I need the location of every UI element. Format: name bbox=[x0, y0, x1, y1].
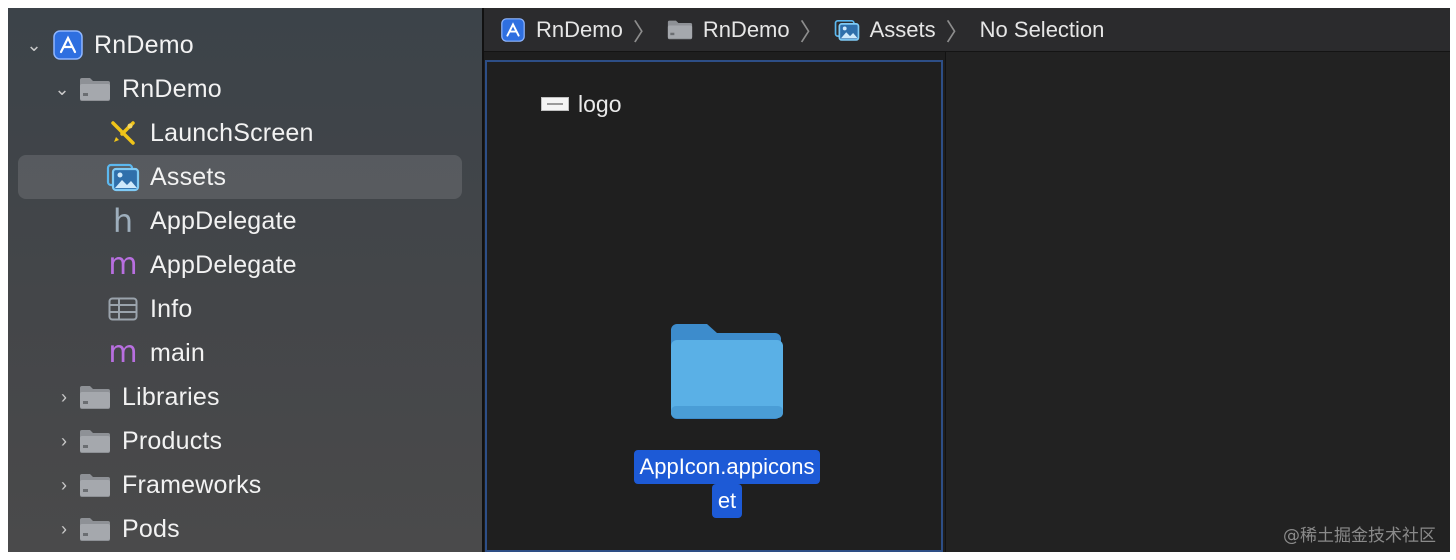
nav-item-rndemo-folder[interactable]: ⌄ RnDemo bbox=[8, 67, 482, 111]
folder-icon[interactable] bbox=[667, 320, 787, 424]
nav-item-main[interactable]: m main bbox=[8, 331, 482, 375]
asset-item-label: logo bbox=[578, 90, 622, 117]
nav-item-assets[interactable]: Assets bbox=[8, 155, 482, 199]
watermark-text: @稀土掘金技术社区 bbox=[1283, 526, 1436, 546]
chevron-down-icon[interactable]: ⌄ bbox=[24, 35, 44, 55]
plist-table-icon bbox=[106, 292, 140, 326]
chevron-right-icon[interactable]: › bbox=[54, 431, 74, 451]
breadcrumb-label: Assets bbox=[869, 16, 936, 42]
breadcrumb-item-selection[interactable]: No Selection bbox=[980, 8, 1105, 52]
nav-item-label: AppDelegate bbox=[150, 206, 297, 235]
breadcrumb-separator-icon: 〉 bbox=[632, 19, 657, 46]
nav-item-libraries[interactable]: › Libraries bbox=[8, 375, 482, 419]
nav-item-pods[interactable]: › Pods bbox=[8, 507, 482, 551]
folder-icon bbox=[78, 380, 112, 414]
nav-item-frameworks[interactable]: › Frameworks bbox=[8, 463, 482, 507]
project-navigator: ⌄ RnDemo ⌄ RnDemo LaunchScreen Assets h … bbox=[8, 8, 482, 552]
breadcrumb-item-assets[interactable]: Assets bbox=[834, 8, 936, 52]
breadcrumb-label: RnDemo bbox=[536, 16, 623, 42]
nav-item-info[interactable]: Info bbox=[8, 287, 482, 331]
folder-icon bbox=[78, 72, 112, 106]
nav-item-rndemo-project[interactable]: ⌄ RnDemo bbox=[8, 23, 482, 67]
asset-detail-area bbox=[945, 52, 1450, 552]
nav-item-label: LaunchScreen bbox=[150, 118, 314, 147]
nav-item-label: main bbox=[150, 338, 205, 367]
header-h-icon: h bbox=[112, 202, 134, 240]
asset-catalog-list[interactable]: logo AppIcon.appicons et bbox=[485, 60, 943, 552]
breadcrumb-item-project[interactable]: RnDemo bbox=[500, 8, 623, 52]
image-set-icon bbox=[541, 97, 569, 111]
nav-item-launchscreen[interactable]: LaunchScreen bbox=[8, 111, 482, 155]
chevron-down-icon[interactable]: ⌄ bbox=[52, 79, 72, 99]
chevron-right-icon[interactable]: › bbox=[54, 519, 74, 539]
nav-item-products[interactable]: › Products bbox=[8, 419, 482, 463]
breadcrumb: RnDemo 〉 RnDemo 〉 Assets 〉 No Selection bbox=[484, 8, 1450, 52]
asset-item-logo[interactable]: logo bbox=[541, 88, 621, 120]
breadcrumb-separator-icon: 〉 bbox=[799, 19, 824, 46]
nav-item-label: Frameworks bbox=[122, 470, 262, 499]
xcode-window: ⌄ RnDemo ⌄ RnDemo LaunchScreen Assets h … bbox=[8, 8, 1450, 552]
nav-item-appdelegate-h[interactable]: h AppDelegate bbox=[8, 199, 482, 243]
breadcrumb-item-folder[interactable]: RnDemo bbox=[667, 8, 790, 52]
nav-item-label: RnDemo bbox=[122, 74, 222, 103]
nav-item-label: Pods bbox=[122, 514, 180, 543]
breadcrumb-label: RnDemo bbox=[702, 16, 790, 42]
nav-item-label: Libraries bbox=[122, 382, 220, 411]
nav-item-label: Products bbox=[122, 426, 223, 455]
source-m-icon: m bbox=[108, 247, 138, 282]
nav-item-label: AppDelegate bbox=[150, 250, 297, 279]
chevron-right-icon[interactable]: › bbox=[54, 475, 74, 495]
sidebar-divider[interactable] bbox=[482, 8, 484, 552]
folder-icon bbox=[667, 17, 693, 43]
breadcrumb-label: No Selection bbox=[979, 16, 1105, 42]
folder-icon bbox=[78, 512, 112, 546]
nav-item-appdelegate-m[interactable]: m AppDelegate bbox=[8, 243, 482, 287]
folder-icon bbox=[78, 424, 112, 458]
nav-item-label: Info bbox=[150, 294, 193, 323]
source-m-icon: m bbox=[108, 335, 138, 370]
selected-asset-name[interactable]: AppIcon.appicons et bbox=[617, 450, 837, 518]
xcode-project-icon bbox=[500, 17, 526, 43]
asset-catalog-icon bbox=[834, 17, 860, 43]
nav-item-label: Assets bbox=[150, 162, 227, 191]
chevron-right-icon[interactable]: › bbox=[54, 387, 74, 407]
nav-item-label: RnDemo bbox=[94, 30, 194, 59]
folder-icon bbox=[78, 468, 112, 502]
asset-catalog-icon bbox=[106, 160, 140, 194]
storyboard-icon bbox=[106, 116, 140, 150]
xcode-project-icon bbox=[51, 28, 85, 62]
breadcrumb-separator-icon: 〉 bbox=[945, 19, 970, 46]
